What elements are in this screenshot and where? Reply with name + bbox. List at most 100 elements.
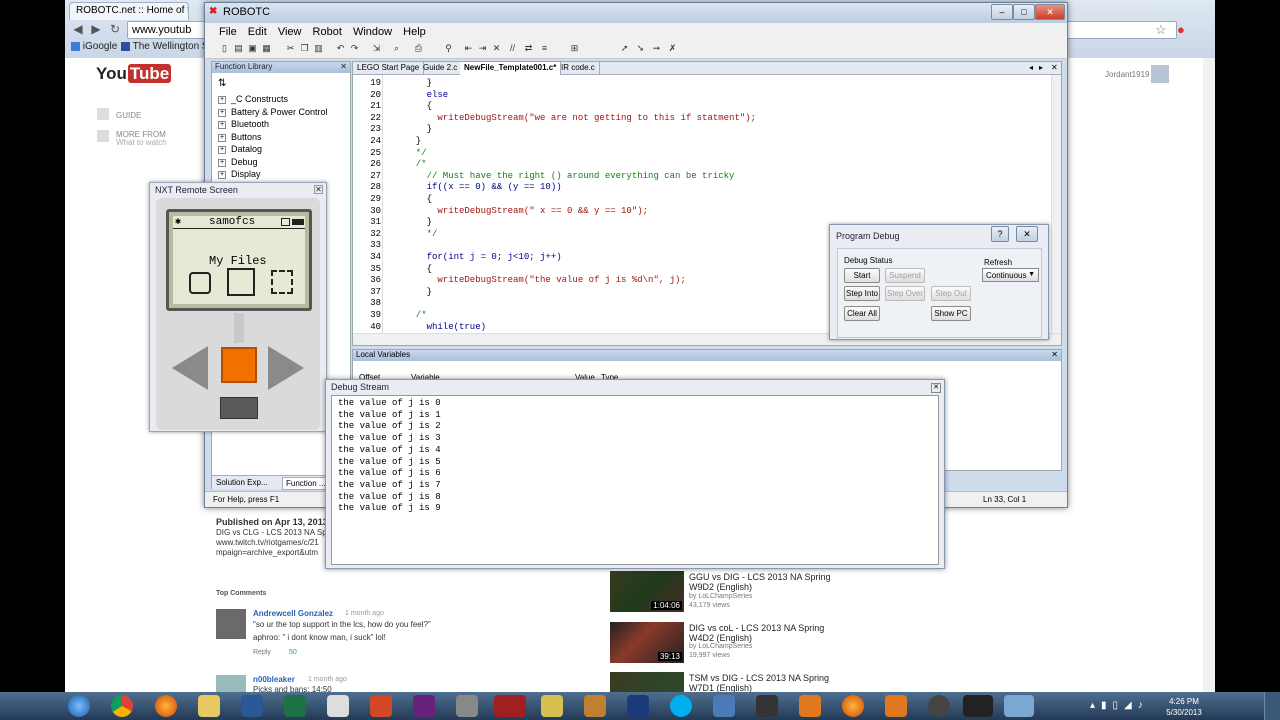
skype-icon[interactable]: [670, 695, 692, 717]
clock[interactable]: 4:26 PM 5/30/2013: [1162, 696, 1206, 718]
app-icon[interactable]: [799, 695, 821, 717]
step-out-button[interactable]: Step Out: [931, 286, 971, 301]
comment-author[interactable]: n00bleaker: [253, 675, 295, 684]
document-icon[interactable]: [327, 695, 349, 717]
code-line[interactable]: writeDebugStream("we are not getting to …: [405, 113, 756, 123]
help-button[interactable]: ?: [991, 226, 1009, 242]
chrome-menu-icon[interactable]: ●: [1177, 22, 1185, 37]
new-file-icon[interactable]: ▯: [219, 43, 230, 54]
code-line[interactable]: // Must have the right () around everyth…: [405, 171, 735, 181]
code-line[interactable]: }: [405, 136, 421, 146]
code-line[interactable]: */: [405, 148, 427, 158]
debug-clear-icon[interactable]: ✗: [667, 43, 678, 54]
video-channel[interactable]: by LoLChampSeries: [689, 643, 752, 650]
enter-button[interactable]: [221, 347, 257, 383]
save-icon[interactable]: ▣: [247, 43, 258, 54]
back-button[interactable]: [220, 397, 258, 419]
app-icon[interactable]: [713, 695, 735, 717]
app-icon[interactable]: [584, 695, 606, 717]
menu-help[interactable]: Help: [403, 26, 426, 38]
video-thumbnail[interactable]: 1:04:06: [610, 571, 684, 612]
what-to-watch-link[interactable]: What to watch: [116, 138, 167, 147]
powerpoint-icon[interactable]: [370, 695, 392, 717]
tab-lego-start-page[interactable]: LEGO Start Page: [353, 62, 425, 75]
word-icon[interactable]: [241, 695, 263, 717]
related-video[interactable]: 1:04:06: [610, 571, 684, 612]
compile-icon[interactable]: ⇲: [371, 43, 382, 54]
open-icon[interactable]: ▤: [233, 43, 244, 54]
code-line[interactable]: for(int j = 0; j<10; j++): [405, 252, 562, 262]
step-into-button[interactable]: Step Into: [844, 286, 880, 301]
video-thumbnail[interactable]: 39:13: [610, 622, 684, 663]
code-line[interactable]: /*: [405, 159, 427, 169]
outdent-icon[interactable]: ⇥: [477, 43, 488, 54]
cut-icon[interactable]: ✂: [285, 43, 296, 54]
minimize-button[interactable]: –: [991, 4, 1013, 20]
video-title[interactable]: DIG vs coL - LCS 2013 NA Spring W4D2 (En…: [689, 623, 849, 643]
vertical-scrollbar[interactable]: [1051, 75, 1061, 333]
app-icon[interactable]: [541, 695, 563, 717]
chrome-icon[interactable]: [111, 695, 133, 717]
start-button[interactable]: Start: [844, 268, 880, 283]
close-icon[interactable]: ✕: [314, 185, 323, 194]
code-line[interactable]: writeDebugStream("the value of j is %d\n…: [405, 275, 685, 285]
robotc-titlebar[interactable]: ✖ ROBOTC: [205, 3, 1067, 23]
find-icon[interactable]: ⌕: [391, 43, 402, 54]
visual-studio-icon[interactable]: [413, 695, 435, 717]
tools-icon[interactable]: [456, 695, 478, 717]
code-line[interactable]: {: [405, 101, 432, 111]
code-line[interactable]: writeDebugStream(" x == 0 && y == 10");: [405, 206, 648, 216]
menu-window[interactable]: Window: [353, 26, 392, 38]
panel-close-icon[interactable]: ✕: [1051, 350, 1058, 359]
tools-icon[interactable]: ✕: [491, 43, 502, 54]
code-line[interactable]: }: [405, 78, 432, 88]
youtube-logo[interactable]: You Tube: [96, 64, 172, 84]
close-button[interactable]: ✕: [1035, 4, 1065, 20]
tab-guide2[interactable]: Guide 2.c: [419, 62, 463, 75]
panel-close-icon[interactable]: ✕: [340, 62, 347, 71]
bookmark-star-icon[interactable]: ☆: [1155, 22, 1167, 38]
related-video[interactable]: 39:13: [610, 622, 684, 663]
tray-icons[interactable]: ▴▮▯◢♪: [1090, 700, 1149, 711]
code-line[interactable]: else: [405, 90, 449, 100]
show-desktop-button[interactable]: [1264, 692, 1280, 720]
code-line[interactable]: while(true): [405, 322, 486, 332]
code-line[interactable]: if((x == 0) && (y == 10)): [405, 182, 562, 192]
library-item[interactable]: + Debug: [218, 157, 258, 167]
maximize-button[interactable]: □: [1013, 4, 1035, 20]
start-button[interactable]: [68, 695, 90, 717]
step-over-button[interactable]: Step Over: [885, 286, 925, 301]
save-all-icon[interactable]: ▦: [261, 43, 272, 54]
tab-close-icon[interactable]: ✕: [1051, 63, 1058, 72]
menu-robot[interactable]: Robot: [313, 26, 342, 38]
app-icon[interactable]: [627, 695, 649, 717]
debug-arrow-icon[interactable]: ➚: [619, 43, 630, 54]
code-line[interactable]: {: [405, 264, 432, 274]
left-arrow-button[interactable]: [172, 346, 208, 390]
find-binoculars-icon[interactable]: ⚲: [443, 43, 454, 54]
code-line[interactable]: }: [405, 217, 432, 227]
debug-step-icon[interactable]: ➘: [635, 43, 646, 54]
tab-newfile-template[interactable]: NewFile_Template001.c*: [460, 62, 562, 75]
code-line[interactable]: /*: [405, 310, 427, 320]
forward-icon[interactable]: ▶: [89, 22, 103, 36]
show-pc-button[interactable]: Show PC: [931, 306, 971, 321]
code-line[interactable]: */: [405, 229, 438, 239]
close-icon[interactable]: ✕: [931, 383, 941, 393]
guide-link[interactable]: GUIDE: [116, 111, 141, 120]
explorer-icon[interactable]: [198, 695, 220, 717]
suspend-button[interactable]: Suspend: [885, 268, 925, 283]
unity-icon[interactable]: [756, 695, 778, 717]
excel-icon[interactable]: [284, 695, 306, 717]
video-thumbnail[interactable]: [610, 672, 684, 692]
format-icon[interactable]: ≡: [539, 43, 550, 54]
library-item[interactable]: + Datalog: [218, 144, 262, 154]
page-scrollbar[interactable]: [1203, 58, 1215, 692]
print-icon[interactable]: ⎙: [413, 43, 424, 54]
comment-icon[interactable]: //: [507, 43, 518, 54]
redo-icon[interactable]: ↷: [349, 43, 360, 54]
sort-icon[interactable]: ⇅: [218, 78, 226, 89]
bookmark-igoogle[interactable]: iGoogle: [71, 41, 117, 52]
code-line[interactable]: }: [405, 124, 432, 134]
library-item[interactable]: + Battery & Power Control: [218, 107, 328, 117]
